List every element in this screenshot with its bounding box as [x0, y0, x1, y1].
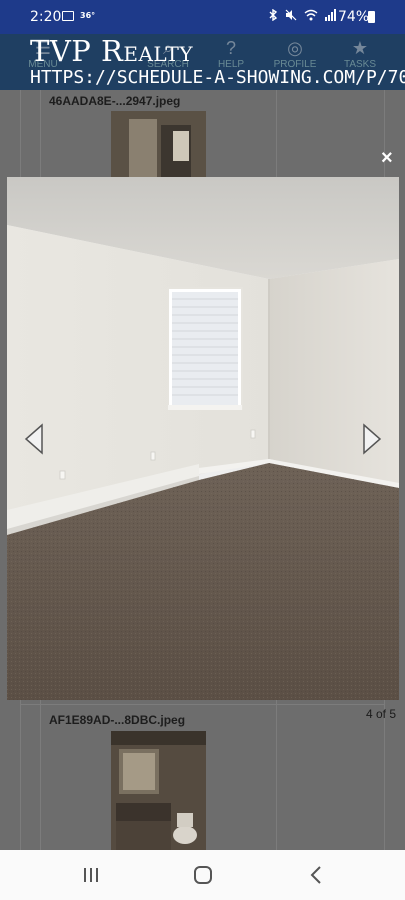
status-temperature: 36°	[80, 11, 96, 20]
bluetooth-icon	[269, 8, 278, 22]
profile-icon: ◎	[287, 38, 303, 58]
status-bar: 2:20 36° 74%	[0, 0, 405, 34]
file-name: AF1E89AD-...8DBC.jpeg	[49, 713, 186, 727]
system-nav-bar	[0, 850, 405, 900]
recents-button[interactable]	[71, 862, 111, 888]
thumbnail-image[interactable]	[111, 731, 206, 850]
grid-line	[20, 704, 385, 705]
home-icon	[194, 866, 212, 884]
tasks-button[interactable]: ★ TASKS	[330, 38, 390, 70]
file-name: 46AADA8E-...2947.jpeg	[49, 94, 181, 108]
next-arrow-icon[interactable]	[360, 421, 384, 457]
brand-title: TVP Realty	[30, 34, 194, 68]
screen: 2:20 36° 74% ☰ MENU ⌕ SEARCH ? HELP ◎ PR…	[0, 0, 405, 900]
home-button[interactable]	[183, 862, 223, 888]
signal-icon	[325, 9, 337, 21]
status-time: 2:20	[30, 9, 62, 25]
back-icon	[310, 866, 321, 884]
room-photo	[7, 177, 399, 700]
photo-icon	[62, 11, 74, 21]
app-header: ☰ MENU ⌕ SEARCH ? HELP ◎ PROFILE ★ TASKS…	[0, 34, 405, 90]
star-icon: ★	[351, 38, 369, 58]
status-icons	[268, 8, 337, 23]
status-battery: 74%	[338, 9, 370, 25]
wifi-icon	[304, 9, 318, 21]
previous-arrow-icon[interactable]	[22, 421, 46, 457]
recents-icon	[84, 868, 98, 882]
help-icon: ?	[225, 38, 236, 58]
image-counter: 4 of 5	[366, 707, 397, 721]
help-button[interactable]: ? HELP	[201, 38, 261, 70]
page-url: HTTPS://SCHEDULE-A-SHOWING.COM/P/70	[30, 67, 405, 88]
back-button[interactable]	[297, 862, 337, 888]
mute-icon	[285, 9, 297, 21]
battery-icon	[368, 11, 375, 23]
profile-button[interactable]: ◎ PROFILE	[265, 38, 325, 70]
close-button[interactable]: ×	[381, 148, 393, 168]
thumbnail-image[interactable]	[111, 111, 206, 177]
